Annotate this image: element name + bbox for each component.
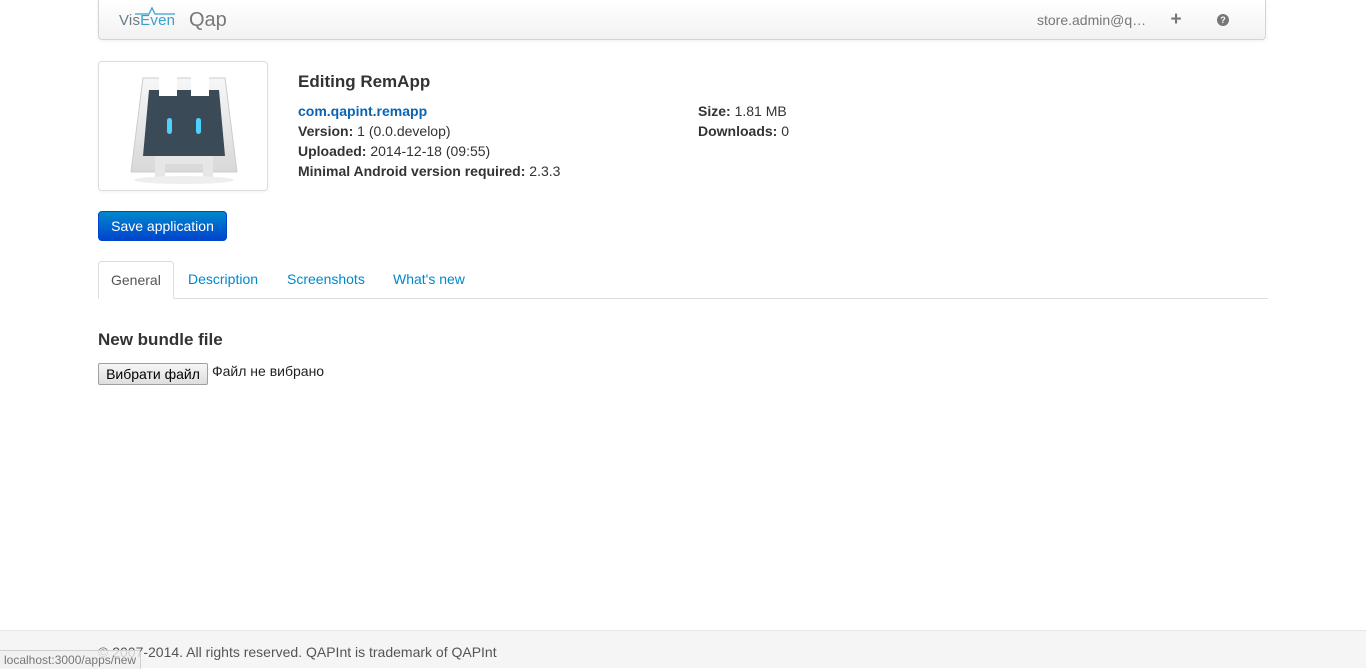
app-thumbnail: [98, 61, 268, 191]
page-title: Editing RemApp: [298, 72, 431, 91]
brand-logo[interactable]: VisEven: [119, 6, 175, 33]
bundle-section-title: New bundle file: [98, 330, 223, 349]
version-value: 1 (0.0.develop): [357, 123, 451, 139]
tab-general[interactable]: General: [98, 261, 174, 299]
save-application-button[interactable]: Save application: [98, 211, 227, 241]
min-android-label: Minimal Android version required:: [298, 163, 526, 179]
logo-pulse-icon: [135, 6, 175, 15]
min-android-value: 2.3.3: [529, 163, 561, 179]
tab-whats-new[interactable]: What's new: [381, 261, 477, 299]
file-status-text: Файл не вибрано: [212, 363, 325, 379]
footer: © 2007-2014. All rights reserved. QAPInt…: [0, 630, 1366, 668]
min-android-info: Minimal Android version required: 2.3.3: [298, 163, 560, 179]
tab-description[interactable]: Description: [176, 261, 270, 299]
package-name-link[interactable]: com.qapint.remapp: [298, 103, 427, 119]
downloads-info: Downloads: 0: [698, 123, 789, 139]
top-navbar: VisEven Qap store.admin@q… + ?: [98, 0, 1266, 40]
choose-file-button[interactable]: Вибрати файл: [98, 363, 208, 385]
tab-screenshots[interactable]: Screenshots: [275, 261, 377, 299]
version-info: Version: 1 (0.0.develop): [298, 123, 451, 139]
uploaded-label: Uploaded:: [298, 143, 367, 159]
size-label: Size:: [698, 103, 731, 119]
plus-icon[interactable]: +: [1166, 9, 1186, 30]
user-menu[interactable]: store.admin@q…: [1037, 12, 1146, 28]
uploaded-info: Uploaded: 2014-12-18 (09:55): [298, 143, 490, 159]
downloads-label: Downloads:: [698, 123, 778, 139]
copyright-text: © 2007-2014. All rights reserved. QAPInt…: [98, 644, 497, 660]
size-value: 1.81 MB: [734, 103, 787, 119]
uploaded-value: 2014-12-18 (09:55): [370, 143, 491, 159]
size-info: Size: 1.81 MB: [698, 103, 787, 119]
tab-bar: General Description Screenshots What's n…: [98, 261, 1268, 299]
cordova-app-icon: [130, 76, 238, 184]
viseven-logo: VisEven: [119, 6, 175, 29]
help-glyph: ?: [1217, 14, 1229, 26]
browser-status-url: localhost:3000/apps/new: [0, 650, 142, 669]
question-circle-icon[interactable]: ?: [1213, 10, 1233, 30]
version-label: Version:: [298, 123, 354, 139]
downloads-value: 0: [781, 123, 790, 139]
app-name[interactable]: Qap: [189, 9, 227, 32]
